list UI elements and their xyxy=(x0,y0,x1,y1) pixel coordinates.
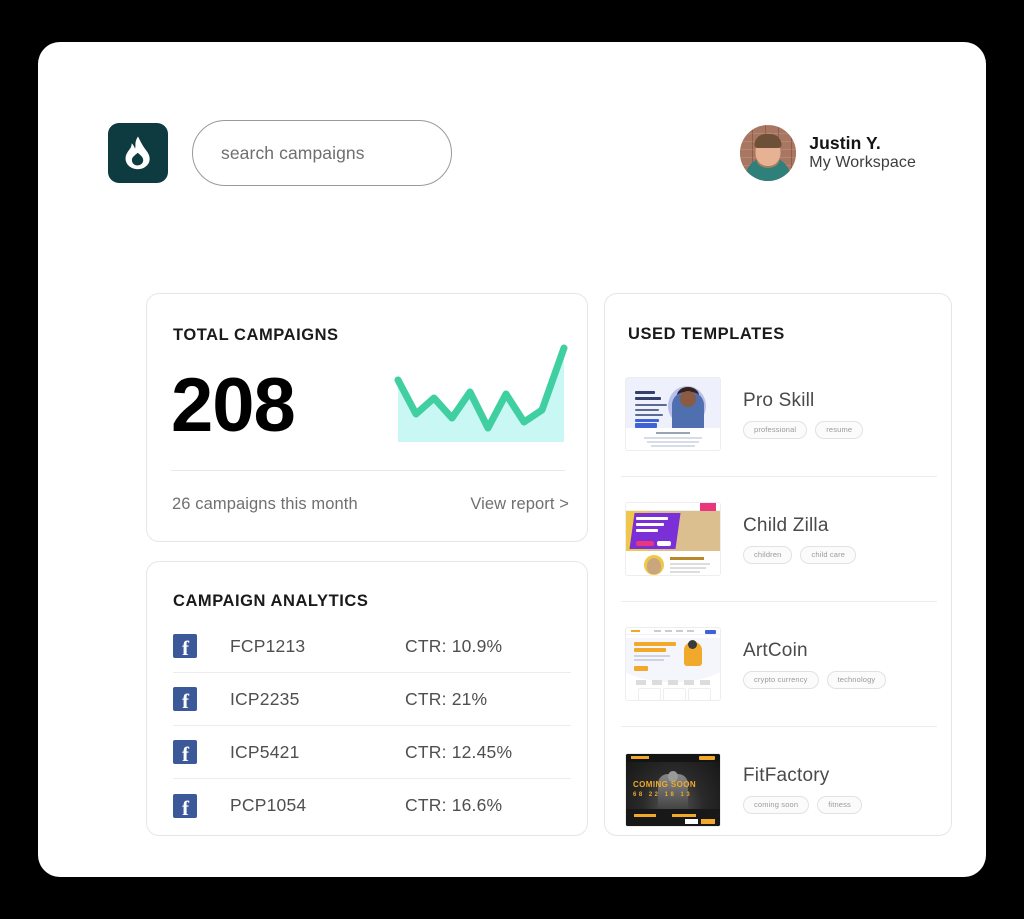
template-tags: coming soon fitness xyxy=(743,796,862,814)
table-row[interactable]: ICP2235 CTR: 21% xyxy=(173,673,571,726)
flame-icon xyxy=(124,136,152,170)
template-thumbnail-fitfactory[interactable]: COMING SOON 68 22 18 13 xyxy=(625,752,721,827)
total-campaigns-count: 208 xyxy=(171,363,296,448)
template-thumbnail-artcoin[interactable] xyxy=(625,627,721,701)
tag[interactable]: professional xyxy=(743,420,808,439)
used-templates-card: USED TEMPLATES Pro Skill professional re… xyxy=(604,293,952,836)
facebook-icon xyxy=(173,740,197,765)
view-report-link[interactable]: View report > xyxy=(470,495,569,514)
used-templates-title: USED TEMPLATES xyxy=(628,325,785,343)
card-divider xyxy=(171,470,565,471)
campaign-id: FCP1213 xyxy=(230,635,306,656)
tag[interactable]: coming soon xyxy=(743,796,810,814)
table-row[interactable]: ICP5421 CTR: 12.45% xyxy=(173,726,571,779)
table-row[interactable]: PCP1054 CTR: 16.6% xyxy=(173,779,571,832)
tag[interactable]: crypto currency xyxy=(743,670,819,689)
facebook-icon xyxy=(173,687,197,712)
used-templates-list: Pro Skill professional resume Child Zill… xyxy=(621,352,937,852)
template-name: Child Zilla xyxy=(743,514,829,536)
tag[interactable]: children xyxy=(743,545,793,564)
list-item[interactable]: ArtCoin crypto currency technology xyxy=(621,602,937,727)
total-campaigns-title: TOTAL CAMPAIGNS xyxy=(173,326,339,344)
campaign-id: PCP1054 xyxy=(230,795,307,815)
user-text: Justin Y. My Workspace xyxy=(809,133,916,173)
template-tags: crypto currency technology xyxy=(743,670,887,689)
app-header: Justin Y. My Workspace xyxy=(108,120,916,190)
campaigns-this-month: 26 campaigns this month xyxy=(172,495,358,513)
facebook-icon xyxy=(173,634,197,659)
template-name: FitFactory xyxy=(743,765,830,786)
total-campaigns-card: TOTAL CAMPAIGNS 208 26 campaigns this mo… xyxy=(146,293,588,542)
thumb-coming-soon: COMING SOON xyxy=(633,779,697,789)
template-thumbnail-child-zilla[interactable] xyxy=(625,502,721,576)
tag[interactable]: resume xyxy=(815,420,864,439)
campaign-analytics-card: CAMPAIGN ANALYTICS FCP1213 CTR: 10.9% IC… xyxy=(146,561,588,836)
list-item[interactable]: Child Zilla children child care xyxy=(621,477,937,602)
app-window: Justin Y. My Workspace TOTAL CAMPAIGNS 2… xyxy=(38,42,986,877)
campaign-analytics-list: FCP1213 CTR: 10.9% ICP2235 CTR: 21% ICP5… xyxy=(173,620,571,832)
tag[interactable]: technology xyxy=(826,670,887,689)
avatar-hair xyxy=(754,134,782,148)
thumb-countdown: 68 22 18 13 xyxy=(633,791,693,798)
avatar[interactable] xyxy=(740,125,797,181)
campaign-ctr: CTR: 12.45% xyxy=(405,741,513,762)
search-bar[interactable] xyxy=(192,120,452,186)
user-name: Justin Y. xyxy=(809,133,881,154)
template-name: Pro Skill xyxy=(743,389,815,411)
template-meta: Pro Skill professional resume xyxy=(743,389,864,439)
list-item[interactable]: COMING SOON 68 22 18 13 FitFactory comin… xyxy=(621,727,937,852)
campaigns-sparkline-chart xyxy=(392,342,570,448)
template-meta: Child Zilla children child care xyxy=(743,514,857,564)
template-meta: ArtCoin crypto currency technology xyxy=(743,639,887,689)
template-tags: children child care xyxy=(743,545,857,564)
user-workspace: My Workspace xyxy=(809,153,916,171)
tag[interactable]: child care xyxy=(800,545,857,564)
campaign-id: ICP5421 xyxy=(230,741,300,762)
campaign-analytics-title: CAMPAIGN ANALYTICS xyxy=(173,592,369,610)
template-meta: FitFactory coming soon fitness xyxy=(743,765,862,814)
campaign-ctr: CTR: 16.6% xyxy=(405,795,503,815)
template-name: ArtCoin xyxy=(743,639,808,661)
table-row[interactable]: FCP1213 CTR: 10.9% xyxy=(173,620,571,673)
list-item[interactable]: Pro Skill professional resume xyxy=(621,352,937,477)
campaign-ctr: CTR: 21% xyxy=(405,688,488,709)
template-tags: professional resume xyxy=(743,420,864,439)
tag[interactable]: fitness xyxy=(817,796,862,814)
template-thumbnail-pro-skill[interactable] xyxy=(625,377,721,451)
brand-logo[interactable] xyxy=(108,123,168,183)
user-profile[interactable]: Justin Y. My Workspace xyxy=(740,125,916,181)
campaign-id: ICP2235 xyxy=(230,688,300,709)
facebook-icon xyxy=(173,793,197,819)
search-input[interactable] xyxy=(221,142,436,164)
campaign-ctr: CTR: 10.9% xyxy=(405,635,503,656)
